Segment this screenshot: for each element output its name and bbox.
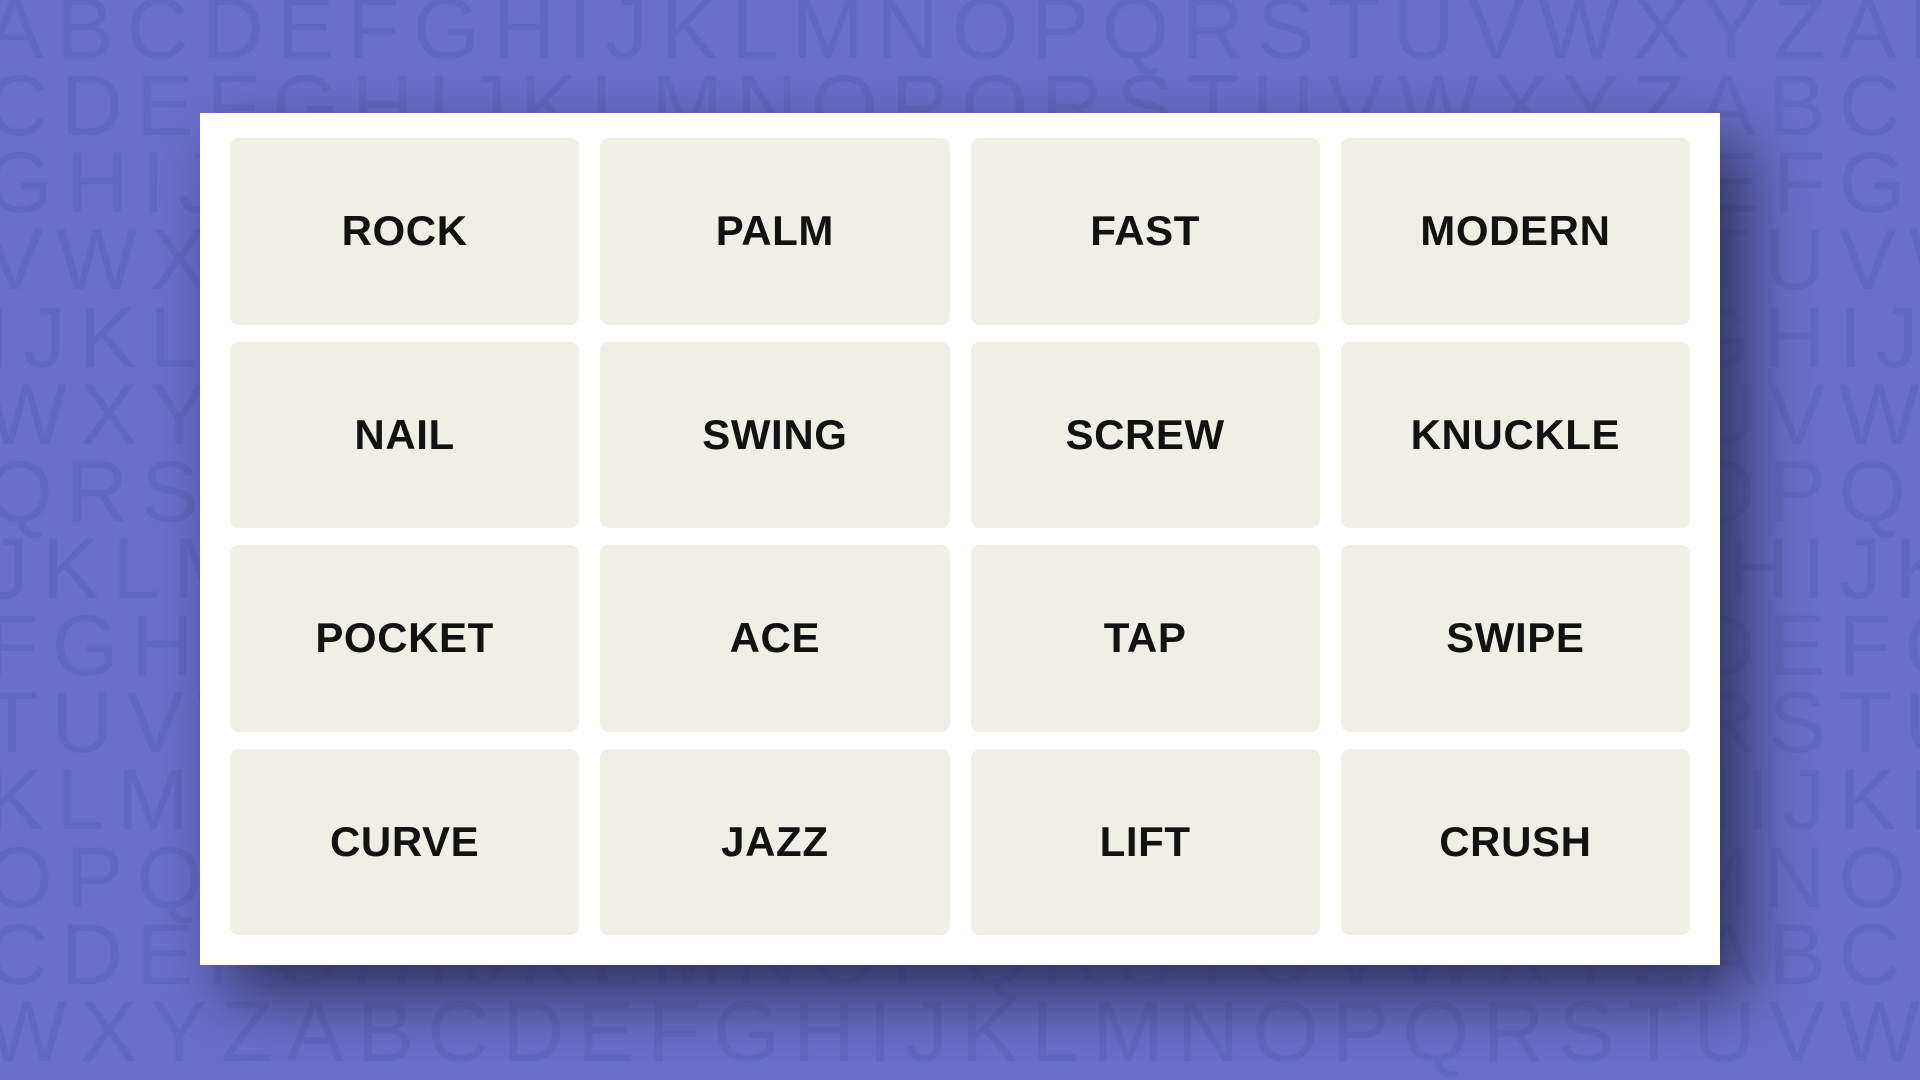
word-tile-label: TAP [1103, 614, 1187, 662]
word-tile-label: POCKET [315, 614, 494, 662]
word-tile[interactable]: FAST [970, 138, 1320, 325]
word-tile[interactable]: PALM [600, 138, 950, 325]
word-tile[interactable]: SWING [600, 341, 950, 528]
word-tile-label: PALM [715, 207, 835, 255]
word-tile[interactable]: NAIL [230, 341, 580, 528]
word-tile[interactable]: ROCK [230, 138, 580, 325]
word-tile-label: SWIPE [1446, 614, 1585, 662]
word-tile[interactable]: CURVE [230, 748, 580, 935]
word-tile-label: CURVE [329, 817, 480, 865]
word-tile-label: ROCK [341, 207, 468, 255]
word-tile[interactable]: LIFT [970, 748, 1320, 935]
word-tile[interactable]: MODERN [1340, 138, 1690, 325]
word-tile[interactable]: KNUCKLE [1340, 341, 1690, 528]
word-tile[interactable]: ACE [600, 545, 950, 732]
background-letter-row: ABCDEFGHIJKLMNOPQRSTUVWXYZABCDEF [0, 0, 1920, 77]
word-tile[interactable]: SCREW [970, 341, 1320, 528]
word-tile-label: JAZZ [721, 817, 829, 865]
word-tile-label: CRUSH [1439, 817, 1592, 865]
word-tile[interactable]: JAZZ [600, 748, 950, 935]
word-tile-label: KNUCKLE [1410, 410, 1621, 458]
word-tile-label: NAIL [354, 410, 455, 458]
word-tile-label: FAST [1090, 207, 1200, 255]
tile-grid: ROCK PALM FAST MODERN NAIL SWING SCREW KNUCKLE P… [230, 138, 1690, 935]
word-tile-label: SCREW [1065, 410, 1225, 458]
word-tile[interactable]: TAP [970, 545, 1320, 732]
word-tile-label: MODERN [1420, 207, 1611, 255]
game-board: ROCK PALM FAST MODERN NAIL SWING SCREW KNUCKLE P… [200, 113, 1720, 965]
word-tile[interactable]: CRUSH [1340, 748, 1690, 935]
word-tile-label: LIFT [1099, 817, 1191, 865]
word-tile[interactable]: SWIPE [1340, 545, 1690, 732]
word-tile-label: ACE [729, 614, 821, 662]
background-letter-row: WXYZABCDEFGHIJKLMNOPQRSTUVWXYZAB [0, 983, 1920, 1080]
word-tile-label: SWING [702, 410, 848, 458]
word-tile[interactable]: POCKET [230, 545, 580, 732]
